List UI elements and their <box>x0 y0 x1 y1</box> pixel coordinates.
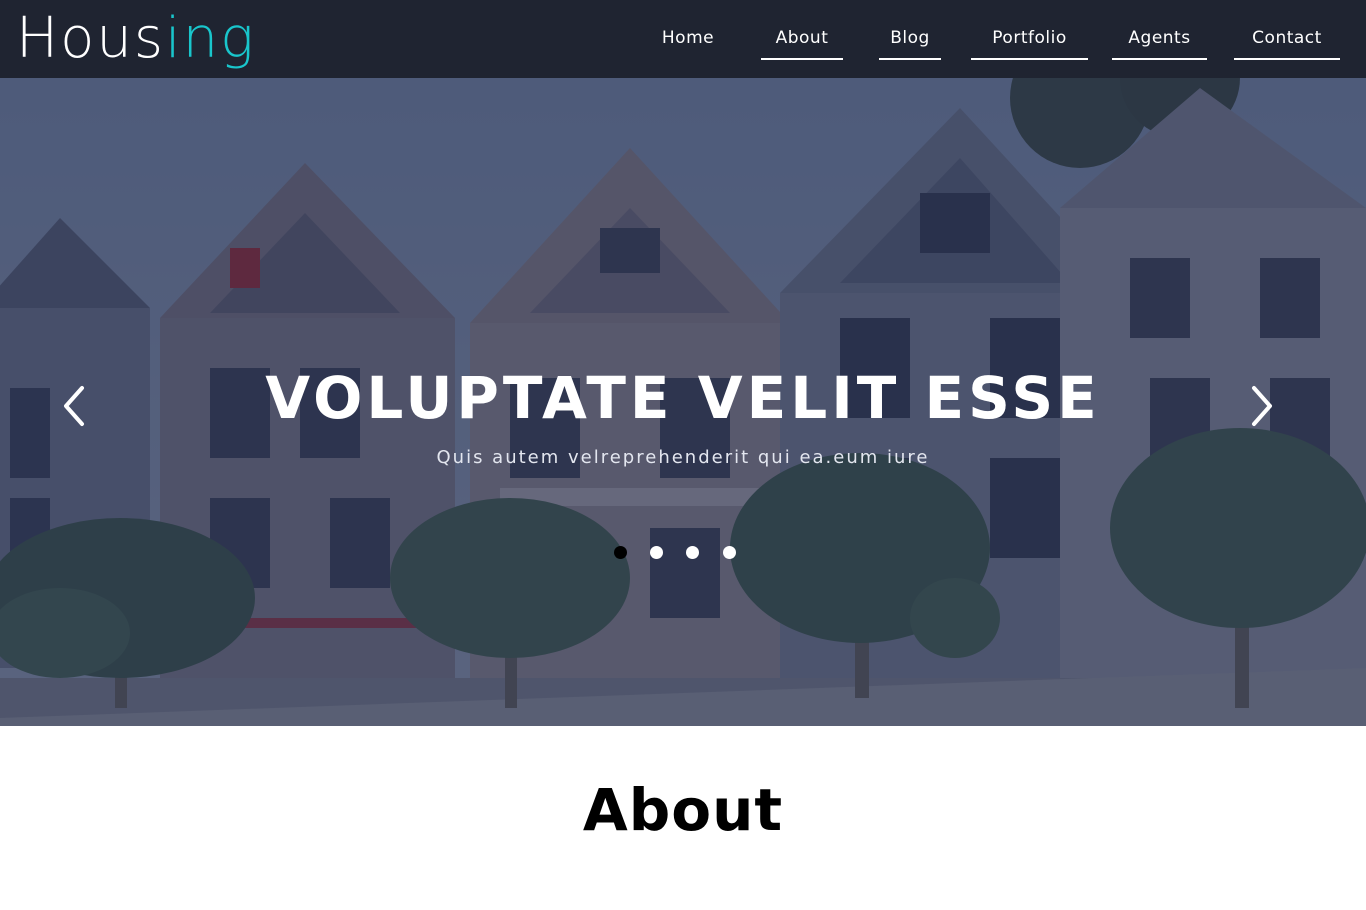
nav-contact[interactable]: Contact <box>1234 18 1340 60</box>
carousel-prev-button[interactable] <box>54 378 94 434</box>
carousel-indicator-4[interactable] <box>723 546 736 559</box>
logo-text-accent: ing <box>165 6 256 71</box>
nav-agents[interactable]: Agents <box>1112 18 1207 60</box>
carousel-indicator-3[interactable] <box>686 546 699 559</box>
carousel-next-button[interactable] <box>1242 378 1282 434</box>
top-navbar: Housing Home About Blog Portfolio Agents… <box>0 0 1366 78</box>
nav-blog[interactable]: Blog <box>879 18 941 60</box>
hero-title: VOLUPTATE VELIT ESSE <box>265 364 1101 432</box>
chevron-left-icon <box>64 386 84 426</box>
chevron-right-icon <box>1252 386 1272 426</box>
logo-text-main: Hous <box>16 6 166 71</box>
hero-carousel: VOLUPTATE VELIT ESSE Quis autem velrepre… <box>0 78 1366 726</box>
hero-subtitle: Quis autem velreprehenderit qui ea.eum i… <box>436 447 930 468</box>
nav-about[interactable]: About <box>761 18 843 60</box>
carousel-indicator-2[interactable] <box>650 546 663 559</box>
about-heading: About <box>582 776 784 844</box>
carousel-indicator-1[interactable] <box>614 546 627 559</box>
housing-logo[interactable]: Housing <box>16 4 256 74</box>
nav-portfolio[interactable]: Portfolio <box>971 18 1088 60</box>
nav-home[interactable]: Home <box>648 18 728 60</box>
